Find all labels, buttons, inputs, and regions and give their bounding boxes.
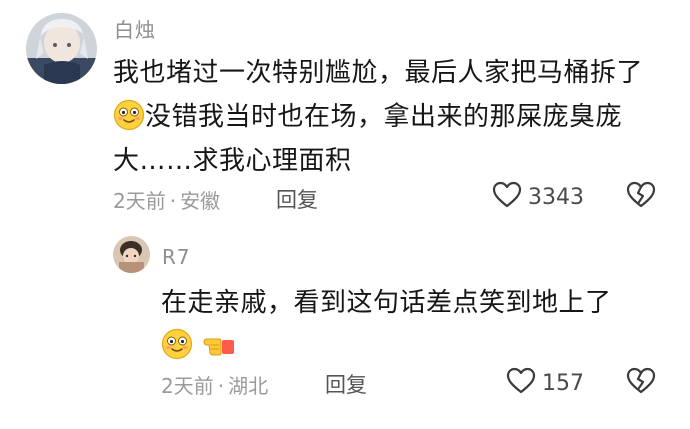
comment-emoji-line xyxy=(161,324,236,374)
like-button[interactable]: 157 xyxy=(506,367,584,399)
username[interactable]: R7 xyxy=(162,245,191,269)
comment-text-line-2: 没错我当时也在场，拿出来的那屎庞臭庞 xyxy=(113,95,622,145)
avatar[interactable] xyxy=(26,13,97,84)
avatar-image xyxy=(113,236,150,273)
comment-text-line-2-content: 没错我当时也在场，拿出来的那屎庞臭庞 xyxy=(145,102,623,132)
comment-time: 2天前 xyxy=(113,189,166,213)
comment-text-line-1: 我也堵过一次特别尴尬，最后人家把马桶拆了 xyxy=(113,58,644,88)
avatar[interactable] xyxy=(113,236,150,273)
username[interactable]: 白烛 xyxy=(114,14,156,43)
comment-location: 湖北 xyxy=(228,374,269,398)
dislike-button[interactable] xyxy=(626,367,656,399)
pointing-hand-icon xyxy=(202,330,236,374)
like-count: 3343 xyxy=(528,184,584,210)
comment-text-line-1: 在走亲戚，看到这句话差点笑到地上了 xyxy=(161,288,612,318)
comment-item: 白烛 我也堵过一次特别尴尬，最后人家把马桶拆了 没错我当时也在场，拿出来的那屎庞… xyxy=(0,0,690,220)
meta-separator: · xyxy=(169,189,177,213)
comment-meta: 2天前 · 湖北 xyxy=(161,370,268,399)
reply-button[interactable]: 回复 xyxy=(325,369,367,399)
comment-time: 2天前 xyxy=(161,374,214,398)
broken-heart-icon xyxy=(626,181,656,213)
dislike-button[interactable] xyxy=(626,181,656,213)
like-button[interactable]: 3343 xyxy=(492,181,584,213)
smiling-emoji-icon xyxy=(161,328,193,374)
reply-comment-item: R7 在走亲戚，看到这句话差点笑到地上了 2天前 · 湖北 回复 157 xyxy=(0,220,690,429)
avatar-image xyxy=(26,13,97,84)
meta-separator: · xyxy=(217,374,225,398)
comment-text-line-3: 大……求我心理面积 xyxy=(113,146,352,176)
heart-icon xyxy=(492,181,522,213)
comment-location: 安徽 xyxy=(180,189,221,213)
broken-heart-icon xyxy=(626,367,656,399)
comment-meta: 2天前 · 安徽 xyxy=(113,185,220,214)
reply-button[interactable]: 回复 xyxy=(276,184,318,214)
heart-icon xyxy=(506,367,536,399)
like-count: 157 xyxy=(542,370,584,396)
